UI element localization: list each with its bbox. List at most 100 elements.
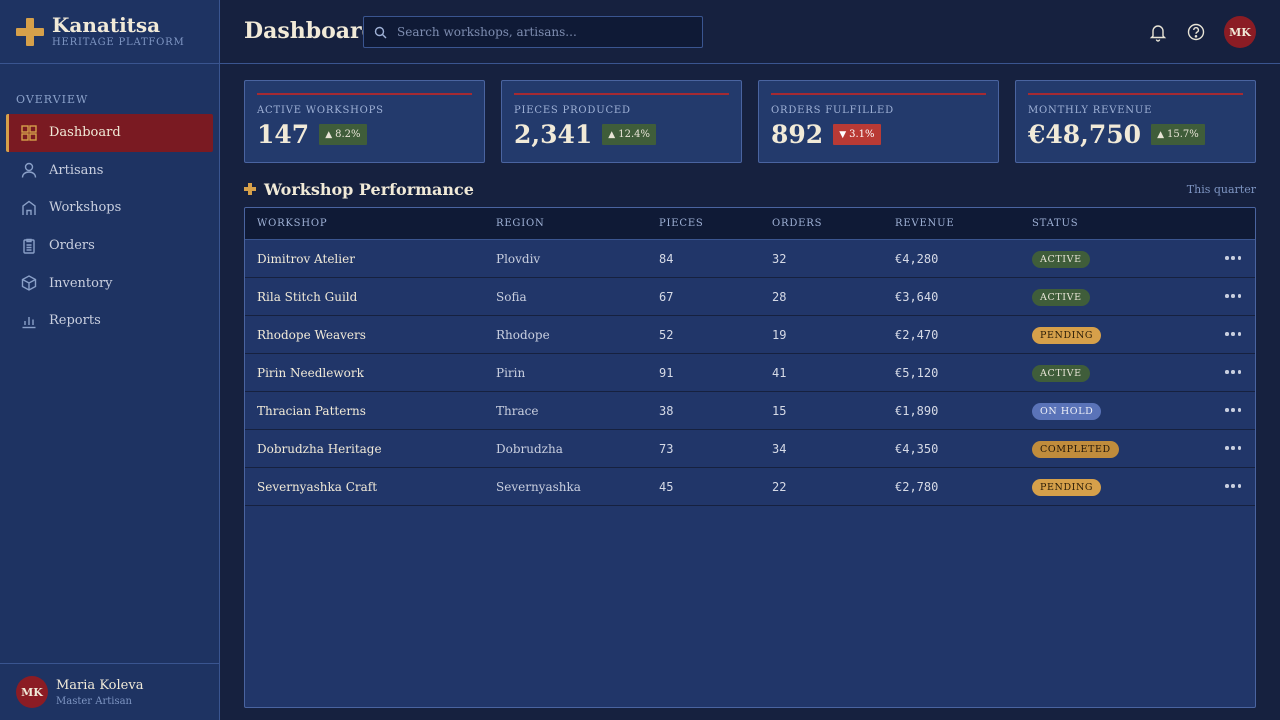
table-header: WORKSHOP REGION PIECES ORDERS REVENUE ST…: [245, 208, 1255, 240]
column-header-status[interactable]: STATUS: [1032, 218, 1078, 229]
column-header-revenue[interactable]: REVENUE: [895, 218, 954, 229]
table-row[interactable]: Rila Stitch Guild Sofia 67 28 €3,640 ACT…: [245, 278, 1255, 316]
user-icon: [21, 163, 37, 178]
cell-orders: 34: [772, 442, 787, 456]
sidebar-item-orders[interactable]: Orders: [6, 227, 213, 265]
cell-workshop: Dimitrov Atelier: [257, 252, 355, 266]
trend-down-icon: ▼: [839, 129, 847, 140]
performance-header: Workshop Performance This quarter: [244, 180, 1256, 200]
sidebar-item-workshops[interactable]: Workshops: [6, 189, 213, 227]
sidebar-item-label: Reports: [49, 313, 101, 329]
search-input[interactable]: [397, 25, 697, 39]
cell-pieces: 84: [659, 252, 674, 266]
stat-delta: ▲ 12.4%: [602, 124, 656, 145]
sidebar-item-reports[interactable]: Reports: [6, 302, 213, 340]
help-icon[interactable]: [1186, 22, 1206, 42]
card-accent-line: [257, 93, 472, 95]
cell-workshop: Pirin Needlework: [257, 366, 364, 380]
cell-pieces: 45: [659, 480, 674, 494]
sidebar-item-dashboard[interactable]: Dashboard: [6, 114, 213, 152]
page-title: Dashboard: [244, 18, 377, 44]
cell-orders: 41: [772, 366, 787, 380]
cell-revenue: €1,890: [895, 404, 939, 418]
cell-revenue: €4,280: [895, 252, 939, 266]
status-badge: ON HOLD: [1032, 403, 1102, 420]
more-options-icon[interactable]: [1225, 251, 1241, 265]
more-options-icon[interactable]: [1225, 479, 1241, 493]
delta-value: 15.7%: [1167, 129, 1199, 140]
more-options-icon[interactable]: [1225, 327, 1241, 341]
table-row[interactable]: Dobrudzha Heritage Dobrudzha 73 34 €4,35…: [245, 430, 1255, 468]
cross-icon: [244, 183, 256, 195]
trend-up-icon: ▲: [325, 129, 333, 140]
avatar: MK: [16, 676, 48, 708]
table-row[interactable]: Dimitrov Atelier Plovdiv 84 32 €4,280 AC…: [245, 240, 1255, 278]
sidebar-item-label: Dashboard: [49, 125, 121, 141]
delta-value: 8.2%: [335, 129, 361, 140]
cell-revenue: €2,470: [895, 328, 939, 342]
top-header: Dashboard MK: [220, 0, 1280, 64]
sidebar-item-label: Artisans: [49, 162, 104, 178]
box-icon: [21, 275, 37, 291]
stat-card-monthly-revenue: MONTHLY REVENUE €48,750 ▲ 15.7%: [1015, 80, 1256, 163]
table-row[interactable]: Thracian Patterns Thrace 38 15 €1,890 ON…: [245, 392, 1255, 430]
period-label[interactable]: This quarter: [1187, 183, 1256, 196]
delta-value: 12.4%: [618, 129, 650, 140]
cell-orders: 32: [772, 252, 787, 266]
stat-value: €48,750: [1028, 120, 1142, 149]
status-badge: ACTIVE: [1032, 365, 1090, 382]
nav-section-label: OVERVIEW: [16, 93, 89, 106]
stat-value: 2,341: [514, 120, 593, 149]
brand-subtitle: HERITAGE PLATFORM: [52, 37, 185, 48]
table-row[interactable]: Severnyashka Craft Severnyashka 45 22 €2…: [245, 468, 1255, 506]
cell-region: Pirin: [496, 366, 526, 380]
search-icon: [374, 26, 387, 38]
clipboard-icon: [23, 238, 35, 254]
stat-card-orders-fulfilled: ORDERS FULFILLED 892 ▼ 3.1%: [758, 80, 999, 163]
cell-revenue: €5,120: [895, 366, 939, 380]
cell-region: Rhodope: [496, 328, 550, 342]
search-box[interactable]: [363, 16, 703, 48]
sidebar-item-inventory[interactable]: Inventory: [6, 264, 213, 302]
stat-value: 147: [257, 120, 310, 149]
bell-icon[interactable]: [1148, 22, 1168, 42]
cell-pieces: 52: [659, 328, 674, 342]
cell-pieces: 67: [659, 290, 674, 304]
user-profile[interactable]: MK Maria Koleva Master Artisan: [0, 663, 219, 720]
performance-table: WORKSHOP REGION PIECES ORDERS REVENUE ST…: [244, 207, 1256, 708]
sidebar-item-label: Inventory: [49, 275, 113, 291]
more-options-icon[interactable]: [1225, 403, 1241, 417]
table-row[interactable]: Pirin Needlework Pirin 91 41 €5,120 ACTI…: [245, 354, 1255, 392]
cell-region: Severnyashka: [496, 480, 581, 494]
cell-revenue: €3,640: [895, 290, 939, 304]
more-options-icon[interactable]: [1225, 441, 1241, 455]
table-row[interactable]: Rhodope Weavers Rhodope 52 19 €2,470 PEN…: [245, 316, 1255, 354]
more-options-icon[interactable]: [1225, 365, 1241, 379]
column-header-region[interactable]: REGION: [496, 218, 545, 229]
sidebar-item-artisans[interactable]: Artisans: [6, 152, 213, 190]
grid-icon: [21, 125, 37, 141]
status-badge: COMPLETED: [1032, 441, 1119, 458]
header-avatar[interactable]: MK: [1224, 16, 1256, 48]
more-options-icon[interactable]: [1225, 289, 1241, 303]
stat-value: 892: [771, 120, 824, 149]
cell-pieces: 38: [659, 404, 674, 418]
cell-orders: 19: [772, 328, 787, 342]
column-header-orders[interactable]: ORDERS: [772, 218, 822, 229]
sidebar-nav: Dashboard Artisans Workshops Orders Inve…: [6, 114, 213, 340]
cell-revenue: €2,780: [895, 480, 939, 494]
stat-label: ORDERS FULFILLED: [771, 105, 894, 116]
cell-orders: 22: [772, 480, 787, 494]
column-header-pieces[interactable]: PIECES: [659, 218, 704, 229]
sidebar-item-label: Orders: [49, 238, 95, 254]
brand-name: Kanatitsa: [52, 13, 161, 37]
brand[interactable]: Kanatitsa HERITAGE PLATFORM: [0, 0, 219, 64]
cell-workshop: Rila Stitch Guild: [257, 290, 358, 304]
section-title: Workshop Performance: [264, 180, 474, 199]
cell-workshop: Severnyashka Craft: [257, 480, 378, 494]
sidebar: Kanatitsa HERITAGE PLATFORM OVERVIEW Das…: [0, 0, 220, 720]
stat-card-active-workshops: ACTIVE WORKSHOPS 147 ▲ 8.2%: [244, 80, 485, 163]
card-accent-line: [514, 93, 729, 95]
card-accent-line: [1028, 93, 1243, 95]
column-header-workshop[interactable]: WORKSHOP: [257, 218, 327, 229]
